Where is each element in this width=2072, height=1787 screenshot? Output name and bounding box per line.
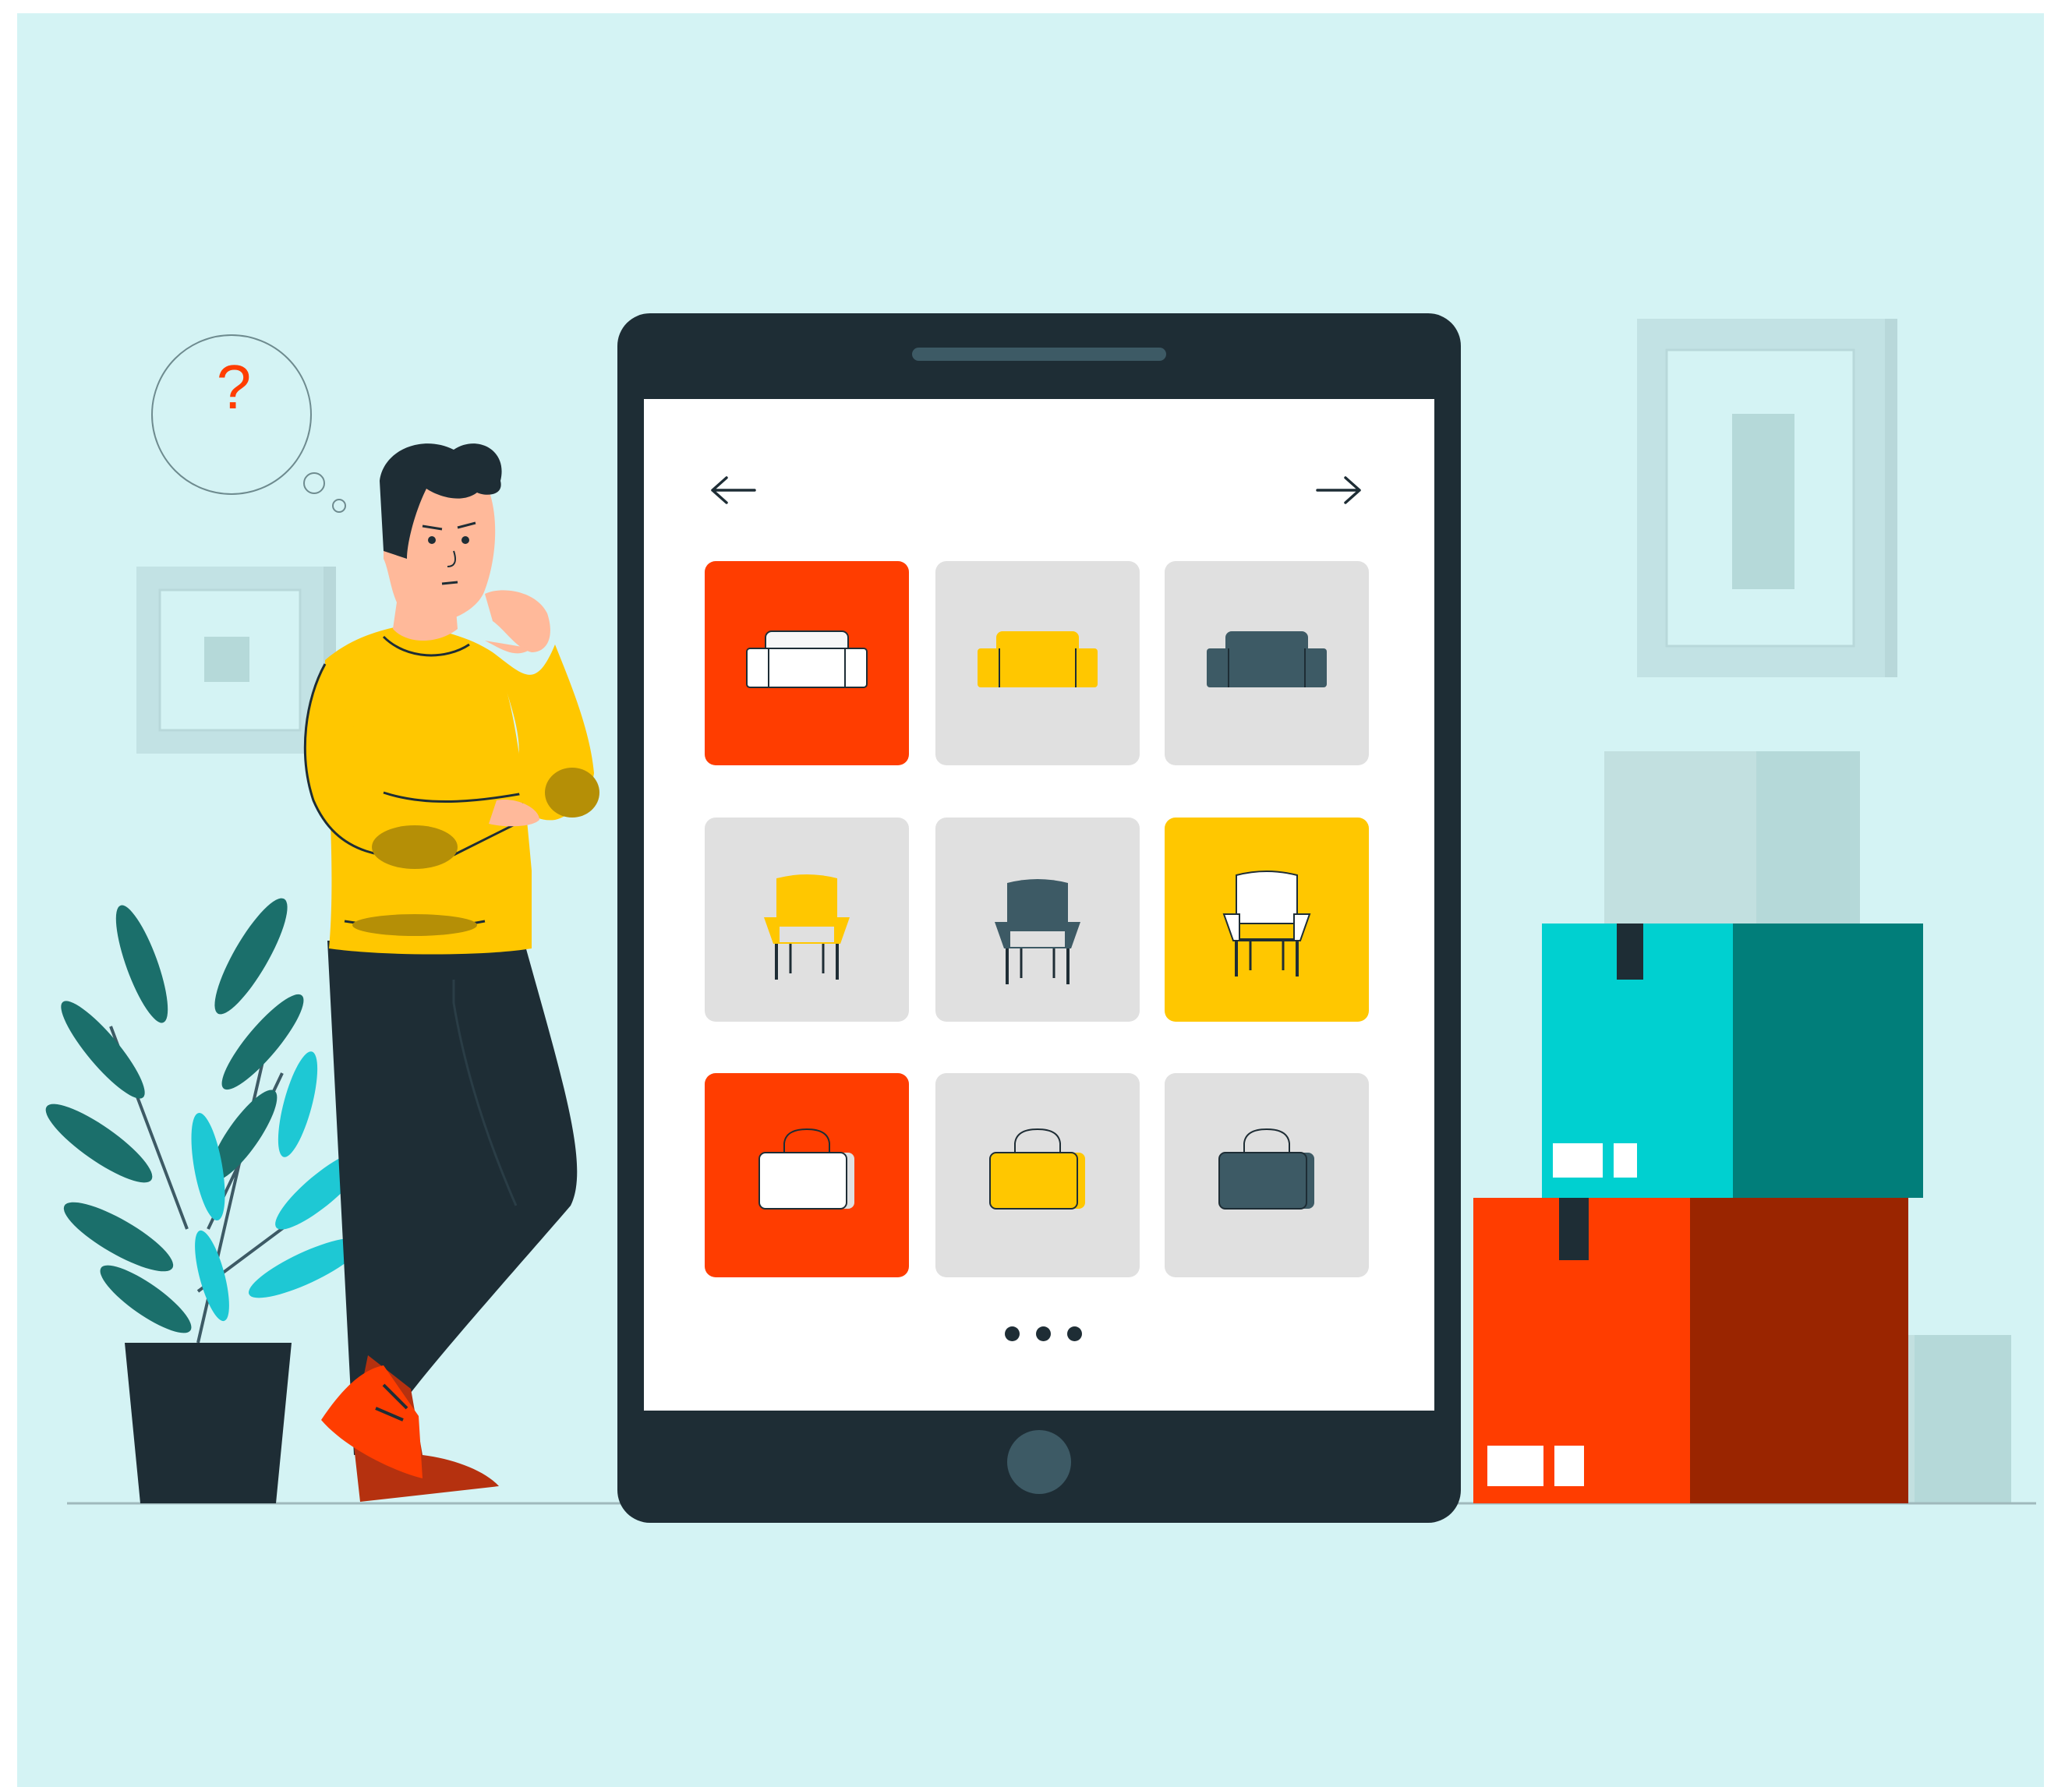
product-tile-dark-sofa[interactable]	[1165, 561, 1369, 765]
arrow-right-icon[interactable]	[1314, 473, 1364, 507]
back-box-right	[1756, 751, 1860, 924]
bag-icon	[989, 1128, 1085, 1210]
tablet-home-button[interactable]	[1007, 1430, 1071, 1494]
product-tile-dark-armchair[interactable]	[935, 818, 1140, 1022]
sofa-icon	[746, 630, 868, 688]
product-tile-white-armchair[interactable]	[1165, 818, 1369, 1022]
product-tile-yellow-armchair[interactable]	[705, 818, 909, 1022]
pagination-dot	[1036, 1326, 1051, 1341]
pagination-dot	[1005, 1326, 1020, 1341]
illustration-scene: ?	[17, 13, 2044, 1787]
tablet-speaker	[912, 348, 1166, 361]
armchair-icon	[1222, 871, 1311, 976]
red-box	[1473, 1198, 1908, 1503]
sofa-icon	[978, 631, 1098, 687]
teal-box	[1542, 924, 1923, 1198]
potted-plant	[45, 898, 367, 1503]
back-box-left	[1604, 751, 1756, 924]
bag-icon	[758, 1128, 854, 1210]
tablet-device	[617, 313, 1461, 1523]
sofa-icon	[1207, 631, 1327, 687]
armchair-icon	[995, 879, 1080, 984]
armchair-icon	[764, 874, 850, 980]
product-tile-white-sofa[interactable]	[705, 561, 909, 765]
question-mark: ?	[216, 352, 252, 422]
thinking-man	[303, 443, 599, 1502]
tablet-screen	[644, 399, 1434, 1411]
product-tile-dark-bag[interactable]	[1165, 1073, 1369, 1277]
arrow-left-icon[interactable]	[708, 473, 758, 507]
product-tile-yellow-sofa[interactable]	[935, 561, 1140, 765]
pagination-dot	[1067, 1326, 1082, 1341]
right-picture-frame	[1637, 319, 1897, 677]
product-tile-yellow-bag[interactable]	[935, 1073, 1140, 1277]
bag-icon	[1218, 1128, 1314, 1210]
product-tile-white-bag[interactable]	[705, 1073, 909, 1277]
more-dots-icon[interactable]	[1005, 1326, 1083, 1344]
